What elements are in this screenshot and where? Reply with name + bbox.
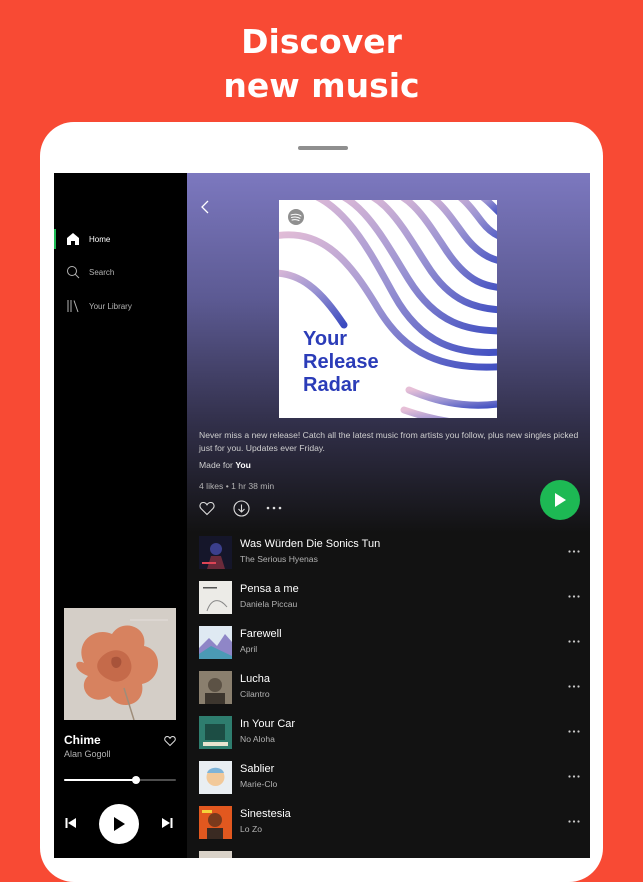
more-options-icon[interactable] (567, 589, 581, 603)
skip-back-icon[interactable] (64, 816, 78, 830)
sidebar-item-search[interactable]: Search (54, 259, 187, 285)
back-chevron-icon[interactable] (200, 200, 210, 219)
track-row[interactable]: Sinestesia Lo Zo (187, 806, 590, 851)
track-title: Lucha (240, 673, 270, 685)
track-artwork (199, 761, 232, 794)
more-options-icon[interactable] (265, 499, 283, 517)
library-icon (65, 298, 81, 314)
sidebar-item-library[interactable]: Your Library (54, 293, 187, 319)
promo-headline: Discover new music (0, 20, 643, 108)
track-row-partial[interactable] (187, 851, 590, 858)
track-row[interactable]: Lucha Cilantro (187, 671, 590, 716)
cover-title: Your Release Radar (303, 328, 379, 397)
track-artist: Cilantro (240, 689, 270, 699)
playback-progress-bar[interactable] (64, 776, 176, 784)
track-artwork (199, 536, 232, 569)
sidebar-item-label: Home (89, 234, 111, 244)
more-options-icon[interactable] (567, 679, 581, 693)
sidebar-item-label: Search (89, 267, 115, 277)
track-row[interactable]: Was Würden Die Sonics Tun The Serious Hy… (187, 536, 590, 581)
more-options-icon[interactable] (567, 769, 581, 783)
track-artist: Lo Zo (240, 824, 262, 834)
track-row[interactable]: Pensa a me Daniela Piccau (187, 581, 590, 626)
now-playing-artwork[interactable] (64, 608, 176, 720)
cover-title-line: Release (303, 351, 379, 373)
more-options-icon[interactable] (567, 814, 581, 828)
playlist-view: Your Release Radar Never miss a new rele… (187, 173, 590, 858)
made-for-prefix: Made for (199, 460, 233, 470)
track-title: In Your Car (240, 718, 296, 730)
now-playing-title[interactable]: Chime (64, 733, 101, 747)
like-heart-icon[interactable] (198, 499, 216, 517)
play-button[interactable] (99, 804, 139, 844)
track-artwork (199, 851, 232, 858)
progress-fill (64, 779, 136, 781)
track-artist: Daniela Piccau (240, 599, 298, 609)
track-title: Sinestesia (240, 808, 291, 820)
track-artist: No Aloha (240, 734, 275, 744)
track-artist: Marie-Clo (240, 779, 278, 789)
made-for-user[interactable]: You (235, 460, 251, 470)
search-icon (65, 264, 81, 280)
sidebar: Home Search Your Library Chime Alan Gogo… (54, 173, 187, 858)
now-playing-artist[interactable]: Alan Gogoll (64, 749, 111, 759)
app-screen: Home Search Your Library Chime Alan Gogo… (54, 173, 590, 858)
progress-handle[interactable] (131, 776, 140, 784)
sidebar-item-home[interactable]: Home (54, 226, 187, 252)
playlist-cover: Your Release Radar (279, 200, 497, 418)
track-artwork (199, 806, 232, 839)
headline-line-2: new music (223, 66, 420, 105)
device-grabber (298, 146, 348, 150)
track-artist: The Serious Hyenas (240, 554, 318, 564)
playlist-description: Never miss a new release! Catch all the … (199, 430, 579, 453)
cover-title-line: Radar (303, 374, 360, 396)
heart-icon[interactable] (164, 734, 176, 752)
track-row[interactable]: Sablier Marie-Clo (187, 761, 590, 806)
track-artwork (199, 626, 232, 659)
cover-title-line: Your (303, 328, 348, 350)
track-title: Sablier (240, 763, 275, 775)
track-title: Pensa a me (240, 583, 299, 595)
track-artwork (199, 716, 232, 749)
headline-line-1: Discover (241, 22, 402, 61)
track-title: Was Würden Die Sonics Tun (240, 538, 381, 550)
track-row[interactable]: In Your Car No Aloha (187, 716, 590, 761)
shuffle-play-button[interactable] (540, 480, 580, 520)
made-for-line: Made for You (199, 460, 251, 470)
skip-forward-icon[interactable] (160, 816, 174, 830)
more-options-icon[interactable] (567, 544, 581, 558)
sidebar-item-label: Your Library (89, 301, 132, 311)
home-icon (65, 231, 81, 247)
track-artwork (199, 581, 232, 614)
playlist-stats: 4 likes • 1 hr 38 min (199, 481, 275, 491)
more-options-icon[interactable] (567, 634, 581, 648)
more-options-icon[interactable] (567, 724, 581, 738)
download-icon[interactable] (232, 499, 250, 517)
track-artist: April (240, 644, 258, 654)
track-row[interactable]: Farewell April (187, 626, 590, 671)
track-title: Farewell (240, 628, 282, 640)
track-artwork (199, 671, 232, 704)
